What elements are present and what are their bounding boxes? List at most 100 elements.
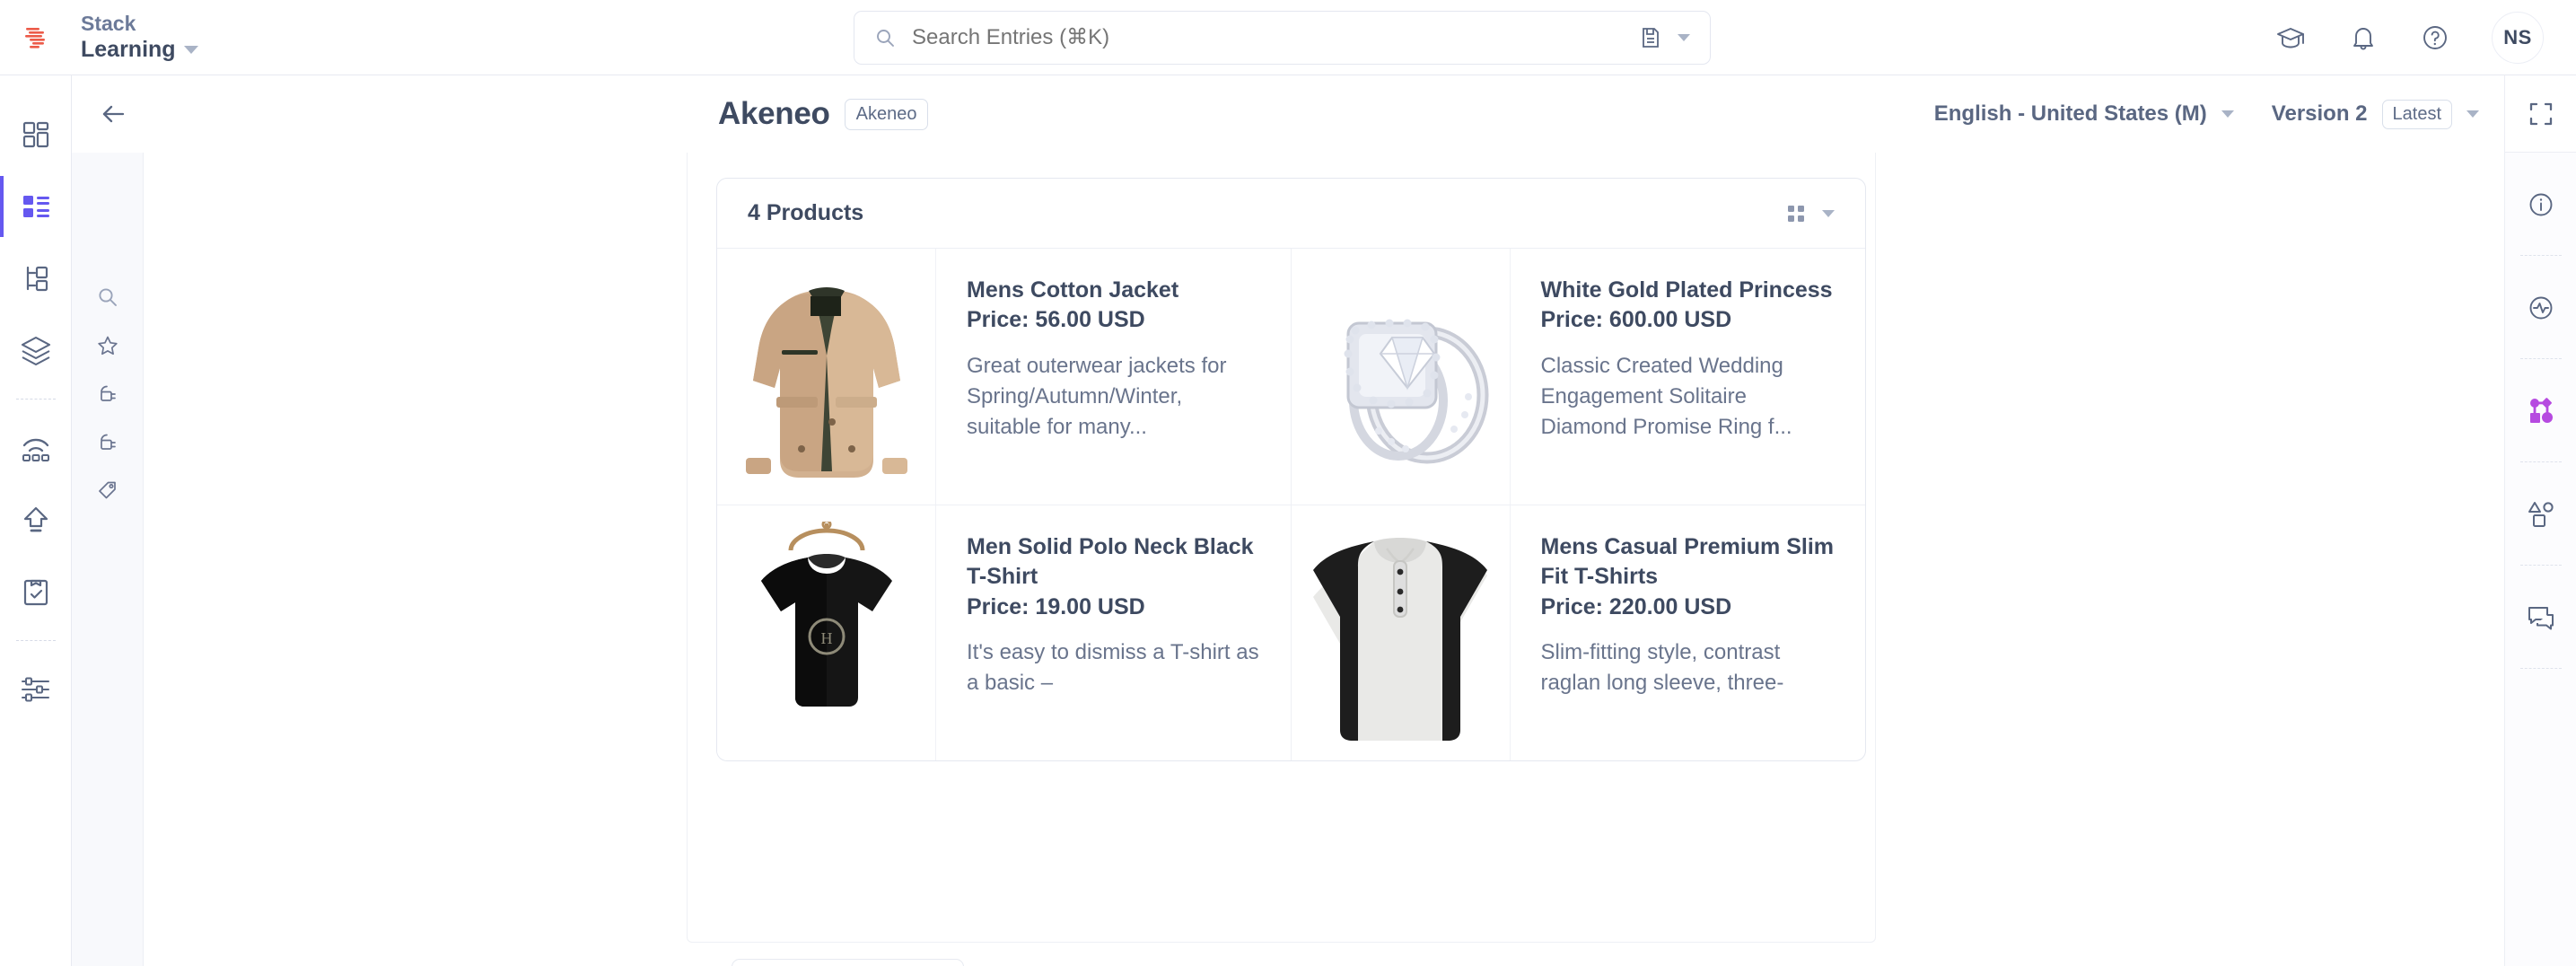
sub-rail-item-favorites[interactable]: [83, 330, 132, 361]
page-title: Akeneo: [718, 96, 830, 131]
page-header-controls: English - United States (M) Version 2 La…: [1934, 99, 2479, 129]
stack-name: Learning: [81, 36, 198, 64]
right-rail-item-activity[interactable]: [2505, 281, 2576, 335]
product-description: It's easy to dismiss a T-shirt as a basi…: [967, 639, 1259, 695]
dashboard-icon: [20, 119, 52, 151]
locale-label: English - United States (M): [1933, 101, 2207, 126]
stack-name-text: Learning: [81, 37, 176, 63]
content-model-icon: [20, 262, 52, 294]
product-name: White Gold Plated Princess: [1540, 277, 1833, 303]
academy-icon[interactable]: [2274, 22, 2307, 54]
top-bar: Stack Learning Search Entries (⌘K) NS: [0, 0, 2576, 75]
search-icon: [96, 285, 119, 309]
releases-icon: [21, 575, 51, 608]
fullscreen-button[interactable]: [2504, 75, 2576, 153]
product-card[interactable]: Mens Casual Premium Slim Fit T-Shirts Pr…: [1291, 505, 1866, 760]
chevron-down-icon[interactable]: [1822, 209, 1835, 217]
right-rail-item-details[interactable]: [2505, 178, 2576, 232]
mens-cotton-jacket-image: [717, 249, 936, 505]
right-rail-item-references[interactable]: [2505, 384, 2576, 438]
sidebar-item-settings[interactable]: [0, 654, 72, 725]
product-name: Mens Cotton Jacket: [967, 277, 1179, 303]
sidebar-item-assets[interactable]: [0, 314, 72, 386]
tag-icon: [96, 479, 119, 503]
product-description: Great outerwear jackets for Spring/Autum…: [967, 353, 1227, 439]
white-gold-ring-image: [1291, 249, 1511, 505]
product-info: Mens Casual Premium Slim Fit T-Shirts Pr…: [1511, 505, 1866, 760]
product-description: Classic Created Wedding Engagement Solit…: [1540, 353, 1792, 439]
chevron-down-icon[interactable]: [183, 46, 198, 55]
product-price: Price: 220.00 USD: [1540, 593, 1732, 619]
add-products-button[interactable]: + Add Product(s): [732, 959, 964, 966]
comments-icon: [2525, 603, 2557, 632]
right-rail-item-variants[interactable]: [2505, 487, 2576, 541]
product-card[interactable]: Mens Cotton Jacket Price: 56.00 USD Grea…: [717, 249, 1292, 505]
products-view-controls: [1784, 202, 1835, 225]
contentstack-logo-icon[interactable]: [0, 0, 75, 75]
stack-switcher[interactable]: Stack Learning: [81, 11, 198, 65]
sidebar-item-live-preview[interactable]: [0, 412, 72, 484]
help-circle-icon[interactable]: [2420, 22, 2450, 53]
version-selector[interactable]: Version 2 Latest: [2272, 99, 2479, 129]
chevron-down-icon[interactable]: [2221, 110, 2234, 118]
rail-divider: [2519, 358, 2562, 359]
sidebar-item-entries[interactable]: [0, 171, 72, 242]
search-icon: [874, 27, 896, 48]
saved-view-icon[interactable]: [1640, 26, 1661, 49]
sub-rail-item-search[interactable]: [83, 282, 132, 312]
page-title-badge: Akeneo: [844, 98, 929, 130]
expand-icon: [2528, 101, 2554, 127]
references-icon: [2525, 396, 2557, 426]
right-rail-item-comments[interactable]: [2505, 591, 2576, 645]
black-tshirt-image: H: [717, 505, 936, 760]
sidebar-item-publish-queue[interactable]: [0, 484, 72, 556]
product-card[interactable]: H Men Solid Polo Neck Black T-Shirt Pric…: [717, 505, 1292, 760]
chevron-down-icon[interactable]: [2466, 110, 2479, 118]
back-button[interactable]: [72, 75, 154, 153]
product-name: Men Solid Polo Neck Black T-Shirt: [967, 534, 1254, 590]
chevron-down-icon[interactable]: [1678, 34, 1690, 41]
rail-divider: [2519, 668, 2562, 669]
rail-divider: [2519, 565, 2562, 566]
page-title-group: Akeneo Akeneo: [718, 96, 929, 132]
rail-divider: [15, 640, 56, 641]
product-info: White Gold Plated Princess Price: 600.00…: [1511, 249, 1866, 505]
sub-rail-item-extensions[interactable]: [83, 379, 132, 409]
stack-label: Stack: [81, 11, 136, 35]
sub-rail-item-apps[interactable]: [83, 427, 132, 458]
right-utility-rail: [2504, 75, 2576, 966]
search-bar[interactable]: [854, 11, 1711, 65]
info-circle-icon: [2527, 190, 2555, 219]
primary-navigation-rail: [0, 75, 72, 966]
products-count-label: 4 Products: [748, 200, 864, 225]
assets-stack-icon: [19, 333, 53, 367]
rail-divider: [2519, 255, 2562, 256]
secondary-navigation-rail: [72, 75, 144, 966]
product-card[interactable]: White Gold Plated Princess Price: 600.00…: [1291, 249, 1866, 505]
arrow-left-icon: [100, 103, 127, 125]
raglan-tshirt-image: [1291, 505, 1511, 760]
version-badge: Latest: [2381, 99, 2452, 129]
product-info: Men Solid Polo Neck Black T-Shirt Price:…: [936, 505, 1291, 760]
rail-divider: [2519, 461, 2562, 462]
grid-view-icon[interactable]: [1784, 202, 1808, 225]
locale-selector[interactable]: English - United States (M): [1934, 101, 2234, 127]
plug-alt-icon: [96, 432, 119, 453]
products-grid: Mens Cotton Jacket Price: 56.00 USD Grea…: [717, 249, 1866, 760]
bell-icon[interactable]: [2348, 22, 2379, 53]
sidebar-item-releases[interactable]: [0, 556, 72, 628]
shapes-outline-icon: [2526, 500, 2556, 529]
product-price: Price: 600.00 USD: [1540, 307, 1732, 333]
sub-rail-item-labels[interactable]: [83, 476, 132, 506]
star-icon: [96, 334, 119, 357]
sidebar-item-dashboard[interactable]: [0, 99, 72, 171]
app-root: Stack Learning Search Entries (⌘K) NS Ak…: [0, 0, 2576, 966]
sidebar-item-content-models[interactable]: [0, 242, 72, 314]
product-price: Price: 19.00 USD: [967, 593, 1145, 619]
avatar[interactable]: NS: [2492, 12, 2544, 64]
search-input[interactable]: [912, 25, 1624, 50]
publish-queue-icon: [20, 504, 52, 536]
svg-text:H: H: [820, 629, 832, 647]
entries-list-icon: [20, 192, 52, 221]
activity-pulse-icon: [2527, 294, 2555, 322]
